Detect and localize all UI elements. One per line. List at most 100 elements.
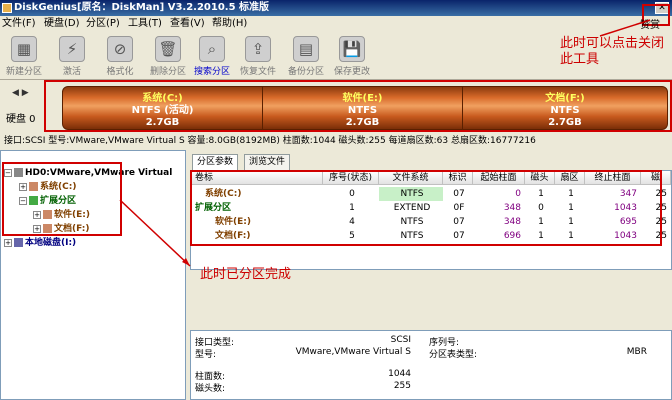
col-header-end-cyl[interactable]: 终止柱面 — [585, 171, 641, 185]
new-partition-icon: ▦ — [11, 36, 37, 62]
heads-label: 磁头数: — [195, 384, 226, 394]
extended-partition-icon — [29, 196, 38, 205]
col-header-start-cyl[interactable]: 起始柱面 — [473, 171, 525, 185]
expand-icon[interactable]: + — [33, 210, 41, 219]
tree-node-docs-f[interactable]: + 文档(F:) — [33, 223, 89, 235]
hard-disk-icon — [14, 168, 23, 177]
search-partition-button[interactable]: ⌕ 搜索分区 — [190, 34, 234, 78]
expand-icon[interactable]: + — [4, 238, 12, 247]
cell-start: 348 — [503, 217, 521, 227]
collapse-icon[interactable]: − — [4, 168, 12, 177]
col-header-label[interactable]: 卷标 — [191, 171, 323, 185]
partition-icon — [29, 182, 38, 191]
col-header-num[interactable]: 序号(状态) — [323, 171, 379, 185]
partition-table: 卷标 序号(状态) 文件系统 标识 起始柱面 磁头 扇区 终止柱面 磁 系统(C… — [190, 170, 672, 270]
table-row[interactable]: 软件(E:) 4 NTFS 07 348 1 1 695 25 — [191, 215, 671, 229]
model-label: 型号: — [195, 350, 217, 360]
cell-id: 07 — [453, 217, 465, 227]
partition-block-e[interactable]: 软件(E:) NTFS 2.7GB — [263, 87, 463, 131]
tab-browse-files[interactable]: 浏览文件 — [244, 154, 291, 170]
recover-file-icon: ⇪ — [245, 36, 271, 62]
backup-partition-icon: ▤ — [293, 36, 319, 62]
disk-info-line: 接口:SCSI 型号:VMware,VMware Virtual S 容量:8.… — [4, 136, 536, 146]
delete-partition-button[interactable]: 🗑 删除分区 — [146, 34, 190, 78]
menu-tools[interactable]: 工具(T) — [128, 16, 162, 32]
cell-x: 25 — [655, 189, 667, 199]
cell-id: 07 — [453, 189, 465, 199]
cell-start: 696 — [503, 231, 521, 241]
menu-view[interactable]: 查看(V) — [170, 16, 205, 32]
menu-help[interactable]: 帮助(H) — [212, 16, 247, 32]
model-value: VMware,VMware Virtual S — [295, 347, 411, 357]
save-changes-button[interactable]: 💾 保存更改 — [330, 34, 374, 78]
cell-x: 25 — [655, 217, 667, 227]
cell-x: 25 — [655, 203, 667, 213]
disk-cylinder[interactable]: 系统(C:) NTFS (活动) 2.7GB 软件(E:) NTFS 2.7GB… — [62, 86, 668, 131]
cell-end: 695 — [619, 217, 637, 227]
col-header-fs[interactable]: 文件系统 — [379, 171, 443, 185]
cell-x: 25 — [655, 231, 667, 241]
menu-partition[interactable]: 分区(P) — [86, 16, 120, 32]
activate-button[interactable]: ⚡ 激活 — [50, 34, 94, 78]
cell-num: 5 — [349, 231, 355, 241]
window-title: DiskGenius[原名：DiskMan] V3.2.2010.5 标准版 — [14, 2, 270, 13]
table-row[interactable]: 文档(F:) 5 NTFS 07 696 1 1 1043 25 — [191, 229, 671, 243]
new-partition-button[interactable]: ▦ 新建分区 — [2, 34, 46, 78]
expand-icon[interactable]: + — [33, 224, 41, 233]
tree-node-software-e[interactable]: + 软件(E:) — [33, 209, 90, 221]
disk-tree-panel[interactable]: − HD0:VMware,VMware Virtual + 系统(C:) − 扩展分区… — [0, 150, 186, 400]
tree-node-extended[interactable]: − 扩展分区 — [19, 195, 76, 207]
cell-head: 0 — [538, 203, 544, 213]
cell-fs: EXTEND — [393, 203, 431, 213]
col-header-id[interactable]: 标识 — [443, 171, 473, 185]
disk-nav-arrows[interactable]: ◀ ▶ — [12, 88, 29, 98]
activate-icon: ⚡ — [59, 36, 85, 62]
cylinders-value: 1044 — [388, 369, 411, 379]
iface-value: SCSI — [390, 335, 411, 345]
cell-num: 1 — [349, 203, 355, 213]
cell-head: 1 — [538, 217, 544, 227]
partition-block-c[interactable]: 系统(C:) NTFS (活动) 2.7GB — [63, 87, 263, 131]
col-header-head[interactable]: 磁头 — [525, 171, 555, 185]
cell-num: 4 — [349, 217, 355, 227]
disk-details-panel: 接口类型: SCSI 型号: VMware,VMware Virtual S 序… — [190, 330, 672, 400]
delete-partition-icon: 🗑 — [155, 36, 181, 62]
format-button[interactable]: ⊘ 格式化 — [98, 34, 142, 78]
partition-block-f[interactable]: 文档(F:) NTFS 2.7GB — [463, 87, 667, 131]
cell-start: 348 — [503, 203, 521, 213]
cell-head: 1 — [538, 189, 544, 199]
cell-id: 07 — [453, 231, 465, 241]
disk-label: 硬盘 0 — [6, 114, 36, 125]
cell-sector: 1 — [568, 203, 574, 213]
table-row[interactable]: 扩展分区 1 EXTEND 0F 348 0 1 1043 25 — [191, 201, 671, 215]
cell-sector: 1 — [568, 217, 574, 227]
backup-partition-button[interactable]: ▤ 备份分区 — [284, 34, 328, 78]
tree-node-local-i[interactable]: + 本地磁盘(I:) — [4, 237, 76, 249]
pt-type-label: 分区表类型: — [429, 350, 478, 360]
collapse-icon[interactable]: − — [19, 196, 27, 205]
cell-head: 1 — [538, 231, 544, 241]
cell-label: 扩展分区 — [195, 203, 232, 213]
close-icon[interactable]: ✕ — [655, 2, 669, 14]
col-header-more[interactable]: 磁 — [641, 171, 671, 185]
annotation-close-hint: 此时可以点击关闭此工具 — [560, 36, 665, 67]
cell-fs: NTFS — [400, 231, 424, 241]
cell-num: 0 — [349, 189, 355, 199]
table-row[interactable]: 系统(C:) 0 NTFS 07 0 1 1 347 25 — [191, 187, 671, 201]
cell-sector: 1 — [568, 231, 574, 241]
col-header-sector[interactable]: 扇区 — [555, 171, 585, 185]
cell-label: 系统(C:) — [205, 189, 242, 199]
tree-node-disk[interactable]: − HD0:VMware,VMware Virtual — [4, 167, 172, 179]
recover-file-button[interactable]: ⇪ 恢复文件 — [236, 34, 280, 78]
diskgenius-window: DiskGenius[原名：DiskMan] V3.2.2010.5 标准版 ✕… — [0, 0, 672, 400]
menu-file[interactable]: 文件(F) — [2, 16, 36, 32]
tab-partition-params[interactable]: 分区参数 — [192, 154, 239, 170]
cell-end: 1043 — [614, 203, 637, 213]
cell-label: 文档(F:) — [215, 231, 251, 241]
tree-node-system-c[interactable]: + 系统(C:) — [19, 181, 76, 193]
annotation-partition-done: 此时已分区完成 — [200, 267, 292, 282]
cell-fs: NTFS — [379, 187, 443, 201]
cell-sector: 1 — [568, 189, 574, 199]
menu-disk[interactable]: 硬盘(D) — [44, 16, 80, 32]
expand-icon[interactable]: + — [19, 182, 27, 191]
